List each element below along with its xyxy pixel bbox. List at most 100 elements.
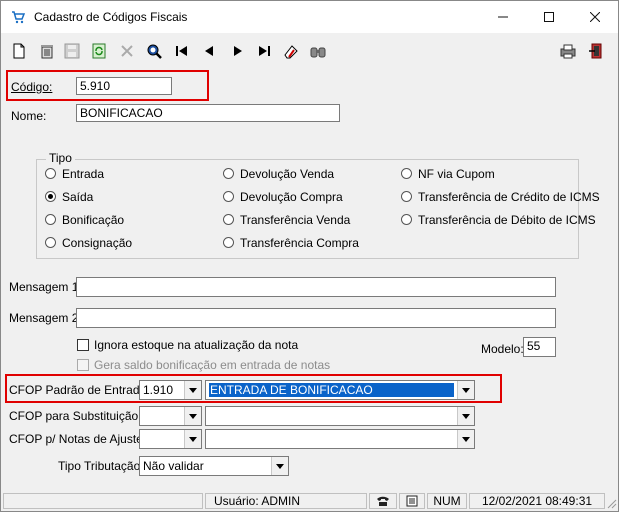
phone-icon <box>377 496 389 506</box>
cfop-ajuste-code-combo[interactable] <box>139 429 202 449</box>
maximize-button[interactable] <box>526 1 572 33</box>
prev-button[interactable] <box>198 40 220 62</box>
tipo-group-title: Tipo <box>46 151 75 165</box>
mensagem2-field[interactable] <box>76 308 556 328</box>
toolbar <box>1 34 618 68</box>
minimize-button[interactable] <box>480 1 526 33</box>
radio-transferencia-compra[interactable] <box>223 237 234 248</box>
radio-transferencia-venda-label[interactable]: Transferência Venda <box>240 213 350 227</box>
mensagem1-field[interactable] <box>76 277 556 297</box>
search-icon <box>147 44 162 59</box>
modelo-field[interactable]: 55 <box>523 337 556 357</box>
nome-field[interactable]: BONIFICACAO <box>76 104 340 122</box>
mensagem1-label: Mensagem 1: <box>9 280 82 294</box>
next-button[interactable] <box>227 40 249 62</box>
mensagem2-label: Mensagem 2: <box>9 311 82 325</box>
status-calculator[interactable] <box>399 493 425 509</box>
close-icon <box>590 12 600 22</box>
search-button[interactable] <box>143 40 165 62</box>
radio-nf-via-cupom[interactable] <box>401 168 412 179</box>
radio-bonificacao[interactable] <box>45 214 56 225</box>
window-title: Cadastro de Códigos Fiscais <box>34 10 188 24</box>
delete-button[interactable] <box>36 40 58 62</box>
chevron-down-icon[interactable] <box>271 457 288 475</box>
close-button[interactable] <box>572 1 618 33</box>
status-datetime: 12/02/2021 08:49:31 <box>469 493 605 509</box>
radio-bonificacao-label[interactable]: Bonificação <box>62 213 124 227</box>
radio-saida-label[interactable]: Saída <box>62 190 93 204</box>
next-icon <box>234 46 242 56</box>
chevron-down-icon[interactable] <box>184 407 201 425</box>
last-icon <box>259 46 270 56</box>
radio-devolucao-compra[interactable] <box>223 191 234 202</box>
new-button[interactable] <box>8 40 30 62</box>
radio-entrada-label[interactable]: Entrada <box>62 167 104 181</box>
radio-devolucao-venda-label[interactable]: Devolução Venda <box>240 167 334 181</box>
ignora-estoque-checkbox[interactable] <box>77 339 89 351</box>
resize-grip-icon[interactable] <box>605 497 617 509</box>
radio-consignacao-label[interactable]: Consignação <box>62 236 132 250</box>
radio-nf-via-cupom-label[interactable]: NF via Cupom <box>418 167 495 181</box>
clear-icon <box>284 45 298 59</box>
first-icon <box>176 46 187 56</box>
exit-icon <box>589 43 602 59</box>
cfop-ajuste-label: CFOP p/ Notas de Ajuste: <box>9 432 147 446</box>
radio-transf-credito-icms-label[interactable]: Transferência de Crédito de ICMS <box>418 190 600 204</box>
delete-icon <box>41 45 53 59</box>
nome-label: Nome: <box>11 109 47 123</box>
cancel-button[interactable] <box>116 40 138 62</box>
find-icon <box>310 47 326 58</box>
gera-saldo-checkbox <box>77 359 89 371</box>
gera-saldo-label: Gera saldo bonificação em entrada de not… <box>94 358 331 372</box>
refresh-icon <box>92 43 106 59</box>
chevron-down-icon[interactable] <box>457 430 474 448</box>
cfop-subst-code-combo[interactable] <box>139 406 202 426</box>
radio-devolucao-compra-label[interactable]: Devolução Compra <box>240 190 343 204</box>
clear-button[interactable] <box>280 40 302 62</box>
cfop-padrao-highlight-box <box>5 374 502 403</box>
refresh-button[interactable] <box>88 40 110 62</box>
tipo-tributacao-label: Tipo Tributação: <box>58 459 144 473</box>
radio-transf-credito-icms[interactable] <box>401 191 412 202</box>
cfop-subst-label: CFOP para Substituição: <box>9 409 142 423</box>
radio-transf-debito-icms-label[interactable]: Transferência de Débito de ICMS <box>418 213 596 227</box>
radio-transf-debito-icms[interactable] <box>401 214 412 225</box>
first-button[interactable] <box>171 40 193 62</box>
save-icon <box>64 43 80 59</box>
radio-entrada[interactable] <box>45 168 56 179</box>
radio-devolucao-venda[interactable] <box>223 168 234 179</box>
cfop-subst-desc-combo[interactable] <box>205 406 475 426</box>
chevron-down-icon[interactable] <box>457 407 474 425</box>
tipo-tributacao-combo[interactable]: Não validar <box>139 456 289 476</box>
title-bar: Cadastro de Códigos Fiscais <box>1 1 618 33</box>
radio-transferencia-compra-label[interactable]: Transferência Compra <box>240 236 359 250</box>
radio-saida[interactable] <box>45 191 56 202</box>
codigo-highlight-box <box>6 70 209 101</box>
radio-transferencia-venda[interactable] <box>223 214 234 225</box>
status-user: Usuário: ADMIN <box>205 493 367 509</box>
save-button[interactable] <box>61 40 83 62</box>
main-window: Cadastro de Códigos Fiscais Código: 5.91… <box>0 0 619 512</box>
minimize-icon <box>498 16 508 18</box>
exit-button[interactable] <box>586 40 608 62</box>
status-panel-empty <box>3 493 203 509</box>
new-icon <box>13 43 25 59</box>
maximize-icon <box>544 12 554 22</box>
ignora-estoque-label[interactable]: Ignora estoque na atualização da nota <box>94 338 298 352</box>
cfop-ajuste-desc-combo[interactable] <box>205 429 475 449</box>
status-num: NUM <box>427 493 467 509</box>
cancel-icon <box>121 45 133 57</box>
tipo-tributacao-value: Não validar <box>143 459 204 473</box>
find-button[interactable] <box>307 40 329 62</box>
calculator-icon <box>406 495 418 507</box>
status-phone[interactable] <box>369 493 397 509</box>
radio-consignacao[interactable] <box>45 237 56 248</box>
status-bar: Usuário: ADMIN NUM 12/02/2021 08:49:31 <box>1 491 618 511</box>
print-button[interactable] <box>557 40 579 62</box>
print-icon <box>560 44 576 59</box>
chevron-down-icon[interactable] <box>184 430 201 448</box>
last-button[interactable] <box>253 40 275 62</box>
prev-icon <box>205 46 213 56</box>
modelo-label: Modelo: <box>481 342 524 356</box>
cart-icon <box>12 11 25 24</box>
